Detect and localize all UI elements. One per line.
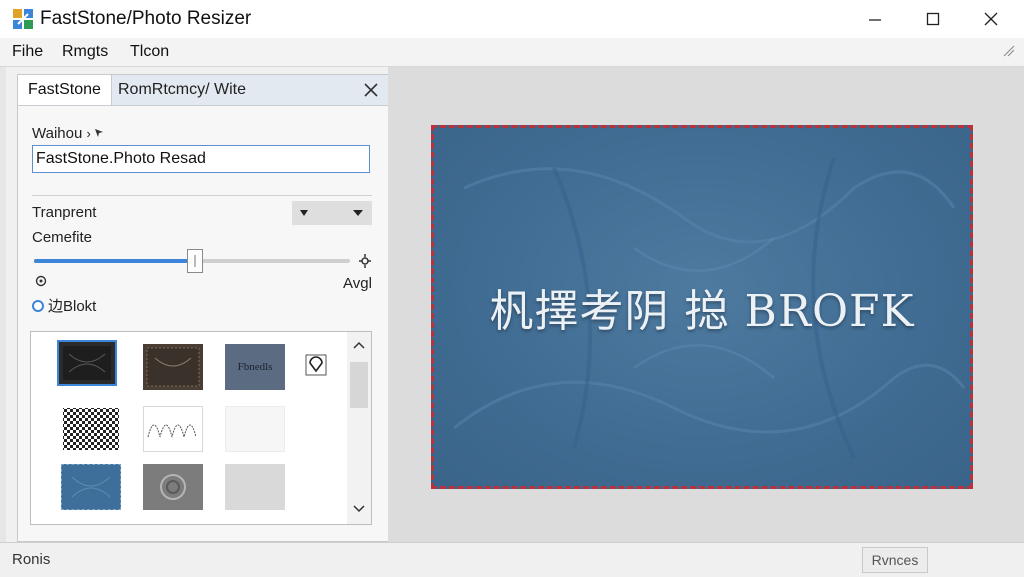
menu-settings[interactable]: Rmgts xyxy=(62,43,108,61)
gallery-thumb-blank[interactable] xyxy=(225,406,285,452)
title-bar: FastStone/Photo Resizer xyxy=(0,0,1024,38)
status-box: Rvnces xyxy=(862,547,928,573)
app-icon xyxy=(13,9,33,29)
slider-thumb[interactable] xyxy=(187,249,203,273)
close-button[interactable] xyxy=(962,0,1020,38)
gallery-thumb-gray[interactable] xyxy=(225,464,285,510)
status-bar: Ronis Rvnces xyxy=(0,542,1024,577)
name-label-text: Waihou xyxy=(32,125,83,142)
tab-strip: FastStone RomRtcmcy/ Wite xyxy=(18,75,388,106)
gallery-thumb-dark[interactable] xyxy=(57,340,117,386)
maximize-icon xyxy=(926,12,940,26)
slider-value-label: Avgl xyxy=(343,275,372,292)
gallery-thumb-bronze[interactable] xyxy=(143,344,203,390)
gallery-thumb-wave[interactable] xyxy=(143,406,203,452)
divider xyxy=(32,195,372,196)
location-pin-icon xyxy=(35,275,47,287)
scroll-down-icon[interactable] xyxy=(347,498,371,520)
gallery-thumb-checker[interactable] xyxy=(61,406,121,452)
image-watermark-text: 杋擇考阴 搃 BROFK xyxy=(489,286,915,337)
menu-bar: Fihe Rmgts Tlcon xyxy=(0,38,1024,67)
maximize-button[interactable] xyxy=(904,0,962,38)
dropdown-arrow-icon xyxy=(294,201,314,225)
close-panel-icon[interactable] xyxy=(362,81,380,99)
menu-tools[interactable]: Tlcon xyxy=(130,43,169,61)
slider-fill xyxy=(34,259,195,263)
cemefite-label: Cemefite xyxy=(32,229,93,246)
scroll-up-icon[interactable] xyxy=(347,334,371,356)
pane-edge xyxy=(0,67,6,542)
gallery-thumb-blue[interactable] xyxy=(61,464,121,510)
tab-faststone[interactable]: FastStone xyxy=(18,75,112,105)
tab-watermark[interactable]: RomRtcmcy/ Wite xyxy=(108,75,256,105)
gallery-thumb-emboss[interactable] xyxy=(143,464,203,510)
transparent-label: Tranprent xyxy=(32,204,97,221)
gallery-thumb-text[interactable]: Fbnedls xyxy=(225,344,285,390)
name-input[interactable] xyxy=(32,145,370,173)
cursor-icon xyxy=(95,129,104,137)
menu-file[interactable]: Fihe xyxy=(12,43,43,61)
preview-image[interactable]: 杋擇考阴 搃 BROFK xyxy=(431,125,973,489)
chevron-right-icon: › xyxy=(86,126,95,141)
pin-marker-icon[interactable] xyxy=(305,354,327,376)
minimize-icon xyxy=(869,19,881,21)
radio-button[interactable] xyxy=(32,300,44,312)
name-label: Waihou › xyxy=(32,125,104,143)
close-icon xyxy=(984,12,998,26)
opacity-slider[interactable] xyxy=(34,249,350,273)
transparent-dropdown[interactable] xyxy=(292,201,372,225)
settings-gear-icon[interactable] xyxy=(358,253,372,269)
resize-grip-icon[interactable] xyxy=(1002,44,1016,58)
minimize-button[interactable] xyxy=(846,0,904,38)
settings-panel: FastStone RomRtcmcy/ Wite Waihou › Tranp… xyxy=(17,74,389,542)
radio-label: 边Blokt xyxy=(48,298,97,315)
watermark-gallery: Fbnedls xyxy=(30,331,372,525)
gallery-scrollbar[interactable] xyxy=(347,332,371,524)
scroll-thumb[interactable] xyxy=(350,362,368,408)
status-text: Ronis xyxy=(12,551,51,568)
gallery-thumb-text-label: Fbnedls xyxy=(237,361,273,373)
window-title: FastStone/Photo Resizer xyxy=(40,8,252,29)
chevron-down-icon xyxy=(348,201,368,225)
